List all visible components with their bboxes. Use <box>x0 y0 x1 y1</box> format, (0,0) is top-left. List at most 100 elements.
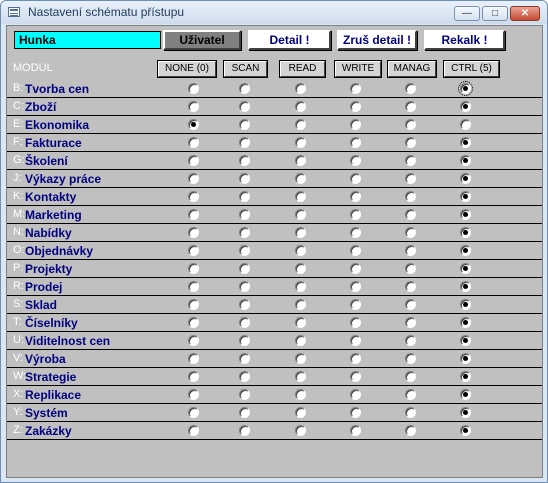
radio-manag[interactable] <box>405 173 416 184</box>
radio-write[interactable] <box>350 425 361 436</box>
radio-manag[interactable] <box>405 317 416 328</box>
radio-write[interactable] <box>350 227 361 238</box>
radio-write[interactable] <box>350 407 361 418</box>
radio-write[interactable] <box>350 101 361 112</box>
radio-read[interactable] <box>295 299 306 310</box>
radio-manag[interactable] <box>405 209 416 220</box>
radio-scan[interactable] <box>239 227 250 238</box>
radio-ctrl[interactable] <box>460 191 471 202</box>
radio-write[interactable] <box>350 389 361 400</box>
radio-ctrl[interactable] <box>460 317 471 328</box>
radio-ctrl[interactable] <box>460 173 471 184</box>
radio-none[interactable] <box>188 191 199 202</box>
radio-ctrl[interactable] <box>458 81 473 96</box>
radio-manag[interactable] <box>405 263 416 274</box>
column-write-button[interactable]: WRITE <box>334 60 382 78</box>
radio-scan[interactable] <box>239 407 250 418</box>
radio-manag[interactable] <box>405 335 416 346</box>
radio-none[interactable] <box>188 137 199 148</box>
minimize-button[interactable]: — <box>454 6 480 21</box>
maximize-button[interactable]: □ <box>482 6 508 21</box>
radio-ctrl[interactable] <box>460 245 471 256</box>
radio-write[interactable] <box>350 155 361 166</box>
radio-write[interactable] <box>350 83 361 94</box>
radio-read[interactable] <box>295 83 306 94</box>
radio-read[interactable] <box>295 353 306 364</box>
radio-read[interactable] <box>295 209 306 220</box>
radio-write[interactable] <box>350 173 361 184</box>
user-field[interactable]: Hunka <box>14 31 161 49</box>
column-scan-button[interactable]: SCAN <box>223 60 268 78</box>
radio-read[interactable] <box>295 119 306 130</box>
radio-read[interactable] <box>295 137 306 148</box>
title-bar[interactable]: Nastavení schématu přístupu — □ ✕ <box>1 1 547 24</box>
radio-manag[interactable] <box>405 227 416 238</box>
radio-write[interactable] <box>350 299 361 310</box>
radio-manag[interactable] <box>405 389 416 400</box>
radio-write[interactable] <box>350 119 361 130</box>
radio-read[interactable] <box>295 407 306 418</box>
radio-none[interactable] <box>188 389 199 400</box>
radio-none[interactable] <box>188 407 199 418</box>
radio-read[interactable] <box>295 155 306 166</box>
radio-none[interactable] <box>188 371 199 382</box>
radio-write[interactable] <box>350 263 361 274</box>
radio-none[interactable] <box>188 119 199 130</box>
radio-scan[interactable] <box>239 191 250 202</box>
radio-ctrl[interactable] <box>460 425 471 436</box>
radio-write[interactable] <box>350 137 361 148</box>
radio-ctrl[interactable] <box>460 407 471 418</box>
radio-ctrl[interactable] <box>460 353 471 364</box>
radio-write[interactable] <box>350 317 361 328</box>
radio-manag[interactable] <box>405 101 416 112</box>
radio-manag[interactable] <box>405 281 416 292</box>
radio-none[interactable] <box>188 245 199 256</box>
radio-read[interactable] <box>295 425 306 436</box>
radio-manag[interactable] <box>405 371 416 382</box>
radio-ctrl[interactable] <box>460 371 471 382</box>
column-manag-button[interactable]: MANAG <box>387 60 437 78</box>
radio-manag[interactable] <box>405 137 416 148</box>
column-read-button[interactable]: READ <box>279 60 326 78</box>
radio-manag[interactable] <box>405 191 416 202</box>
radio-scan[interactable] <box>239 335 250 346</box>
radio-write[interactable] <box>350 209 361 220</box>
radio-scan[interactable] <box>239 371 250 382</box>
radio-scan[interactable] <box>239 263 250 274</box>
radio-read[interactable] <box>295 191 306 202</box>
radio-none[interactable] <box>188 227 199 238</box>
radio-scan[interactable] <box>239 209 250 220</box>
user-button[interactable]: Uživatel <box>163 30 241 50</box>
radio-scan[interactable] <box>239 245 250 256</box>
radio-scan[interactable] <box>239 137 250 148</box>
radio-ctrl[interactable] <box>460 389 471 400</box>
radio-manag[interactable] <box>405 155 416 166</box>
radio-ctrl[interactable] <box>460 155 471 166</box>
radio-ctrl[interactable] <box>460 101 471 112</box>
radio-manag[interactable] <box>405 299 416 310</box>
radio-ctrl[interactable] <box>460 263 471 274</box>
radio-scan[interactable] <box>239 101 250 112</box>
radio-manag[interactable] <box>405 407 416 418</box>
radio-ctrl[interactable] <box>460 137 471 148</box>
radio-read[interactable] <box>295 263 306 274</box>
radio-manag[interactable] <box>405 353 416 364</box>
radio-none[interactable] <box>188 299 199 310</box>
radio-ctrl[interactable] <box>460 227 471 238</box>
radio-write[interactable] <box>350 371 361 382</box>
radio-scan[interactable] <box>239 353 250 364</box>
radio-ctrl[interactable] <box>460 299 471 310</box>
radio-ctrl[interactable] <box>460 335 471 346</box>
cancel-detail-button[interactable]: Zruš detail ! <box>337 30 417 50</box>
radio-scan[interactable] <box>239 83 250 94</box>
recalc-button[interactable]: Rekalk ! <box>424 30 505 50</box>
radio-scan[interactable] <box>239 299 250 310</box>
radio-write[interactable] <box>350 335 361 346</box>
radio-none[interactable] <box>188 335 199 346</box>
column-none-button[interactable]: NONE (0) <box>157 60 217 78</box>
radio-scan[interactable] <box>239 281 250 292</box>
radio-none[interactable] <box>188 209 199 220</box>
radio-read[interactable] <box>295 317 306 328</box>
close-button[interactable]: ✕ <box>510 6 540 21</box>
radio-ctrl[interactable] <box>460 281 471 292</box>
